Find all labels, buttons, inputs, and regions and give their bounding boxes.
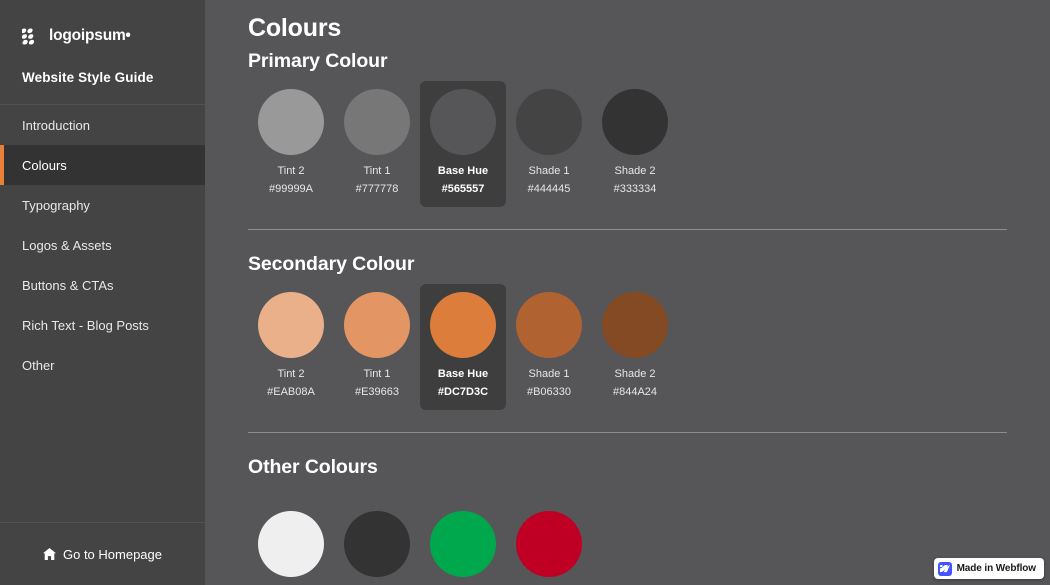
swatch-name: Tint 2 — [277, 368, 305, 380]
brand-logo[interactable]: logoipsum • — [20, 24, 183, 48]
made-in-webflow-label: Made in Webflow — [956, 563, 1037, 574]
sidebar-item-label: Introduction — [22, 117, 90, 133]
section-primary-colour: Primary Colour Tint 2 #99999A Tint 1 #77… — [248, 50, 1007, 207]
swatch-row-secondary: Tint 2 #EAB08A Tint 1 #E39663 Base Hue #… — [248, 284, 1007, 410]
swatch-hex: #EAB08A — [267, 386, 315, 398]
swatch-row-other — [248, 503, 1007, 585]
section-divider — [248, 432, 1007, 433]
swatch-name: Shade 2 — [614, 368, 656, 380]
brand-trademark: • — [125, 27, 131, 44]
swatch-card[interactable] — [506, 503, 592, 585]
sidebar-item-label: Typography — [22, 197, 90, 213]
swatch-card[interactable]: Shade 1 #444445 — [506, 81, 592, 207]
sidebar-item-label: Buttons & CTAs — [22, 277, 114, 293]
swatch-colour-dot — [344, 292, 410, 358]
swatch-name: Base Hue — [437, 368, 489, 380]
swatch-card[interactable] — [334, 503, 420, 585]
swatch-colour-dot — [258, 89, 324, 155]
swatch-colour-dot — [602, 292, 668, 358]
swatch-hex: #B06330 — [526, 386, 572, 398]
sidebar-item-introduction[interactable]: Introduction — [0, 105, 205, 145]
swatch-hex: #565557 — [441, 183, 485, 195]
sidebar: logoipsum • Website Style Guide Introduct… — [0, 0, 205, 585]
swatch-colour-dot — [258, 292, 324, 358]
swatch-card[interactable]: Shade 1 #B06330 — [506, 284, 592, 410]
swatch-hex: #777778 — [355, 183, 399, 195]
section-title: Other Colours — [248, 456, 378, 478]
main-content: Colours Primary Colour Tint 2 #99999A Ti… — [205, 0, 1050, 585]
swatch-card-base[interactable]: Base Hue #565557 — [420, 81, 506, 207]
sidebar-item-label: Rich Text - Blog Posts — [22, 317, 149, 333]
swatch-card[interactable]: Tint 1 #777778 — [334, 81, 420, 207]
logoipsum-mark-icon — [20, 28, 41, 45]
section-secondary-colour: Secondary Colour Tint 2 #EAB08A Tint 1 #… — [248, 253, 1007, 410]
section-other-colours: Other Colours — [248, 456, 1007, 585]
swatch-card[interactable] — [420, 503, 506, 585]
swatch-hex: #99999A — [268, 183, 314, 195]
made-in-webflow-badge[interactable]: Made in Webflow — [933, 558, 1044, 579]
swatch-card[interactable]: Shade 2 #333334 — [592, 81, 678, 207]
home-icon — [42, 548, 56, 560]
guide-title: Website Style Guide — [22, 70, 154, 85]
swatch-name: Base Hue — [437, 165, 489, 177]
swatch-name: Tint 2 — [277, 165, 305, 177]
sidebar-item-colours[interactable]: Colours — [0, 145, 205, 185]
swatch-name: Shade 1 — [528, 368, 570, 380]
swatch-colour-dot — [516, 89, 582, 155]
sidebar-header: logoipsum • Website Style Guide — [0, 0, 205, 105]
swatch-card[interactable]: Tint 2 #EAB08A — [248, 284, 334, 410]
sidebar-item-buttons-ctas[interactable]: Buttons & CTAs — [0, 265, 205, 305]
section-divider — [248, 229, 1007, 230]
brand-name: logoipsum • — [49, 27, 131, 45]
swatch-hex: #844A24 — [612, 386, 658, 398]
swatch-name: Shade 1 — [528, 165, 570, 177]
swatch-colour-dot — [602, 89, 668, 155]
swatch-card[interactable] — [248, 503, 334, 585]
swatch-card[interactable]: Tint 1 #E39663 — [334, 284, 420, 410]
swatch-hex: #E39663 — [354, 386, 400, 398]
sidebar-item-other[interactable]: Other — [0, 345, 205, 385]
swatch-colour-dot — [258, 511, 324, 577]
sidebar-item-rich-text-blog-posts[interactable]: Rich Text - Blog Posts — [0, 305, 205, 345]
swatch-colour-dot — [430, 292, 496, 358]
swatch-colour-dot — [516, 511, 582, 577]
swatch-name: Tint 1 — [363, 368, 391, 380]
swatch-hex: #333334 — [613, 183, 657, 195]
swatch-hex: #444445 — [527, 183, 571, 195]
sidebar-item-logos-assets[interactable]: Logos & Assets — [0, 225, 205, 265]
swatch-colour-dot — [516, 292, 582, 358]
section-title: Secondary Colour — [248, 253, 415, 275]
sidebar-item-label: Logos & Assets — [22, 237, 112, 253]
swatch-row-primary: Tint 2 #99999A Tint 1 #777778 Base Hue #… — [248, 81, 1007, 207]
go-to-homepage-label: Go to Homepage — [62, 546, 162, 562]
swatch-colour-dot — [430, 511, 496, 577]
webflow-w-icon — [937, 561, 952, 576]
sidebar-nav: Introduction Colours Typography Logos & … — [0, 105, 205, 522]
swatch-card[interactable]: Shade 2 #844A24 — [592, 284, 678, 410]
swatch-colour-dot — [430, 89, 496, 155]
swatch-hex: #DC7D3C — [437, 386, 489, 398]
go-to-homepage-link[interactable]: Go to Homepage — [0, 522, 205, 585]
section-title: Primary Colour — [248, 50, 388, 72]
brand-name-text: logoipsum — [49, 27, 126, 44]
sidebar-item-label: Colours — [22, 157, 67, 173]
style-guide-app: logoipsum • Website Style Guide Introduct… — [0, 0, 1050, 585]
swatch-name: Shade 2 — [614, 165, 656, 177]
swatch-card-base[interactable]: Base Hue #DC7D3C — [420, 284, 506, 410]
swatch-card[interactable]: Tint 2 #99999A — [248, 81, 334, 207]
sidebar-item-label: Other — [22, 357, 55, 373]
swatch-colour-dot — [344, 511, 410, 577]
swatch-name: Tint 1 — [363, 165, 391, 177]
page-title: Colours — [248, 14, 342, 42]
sidebar-item-typography[interactable]: Typography — [0, 185, 205, 225]
swatch-colour-dot — [344, 89, 410, 155]
